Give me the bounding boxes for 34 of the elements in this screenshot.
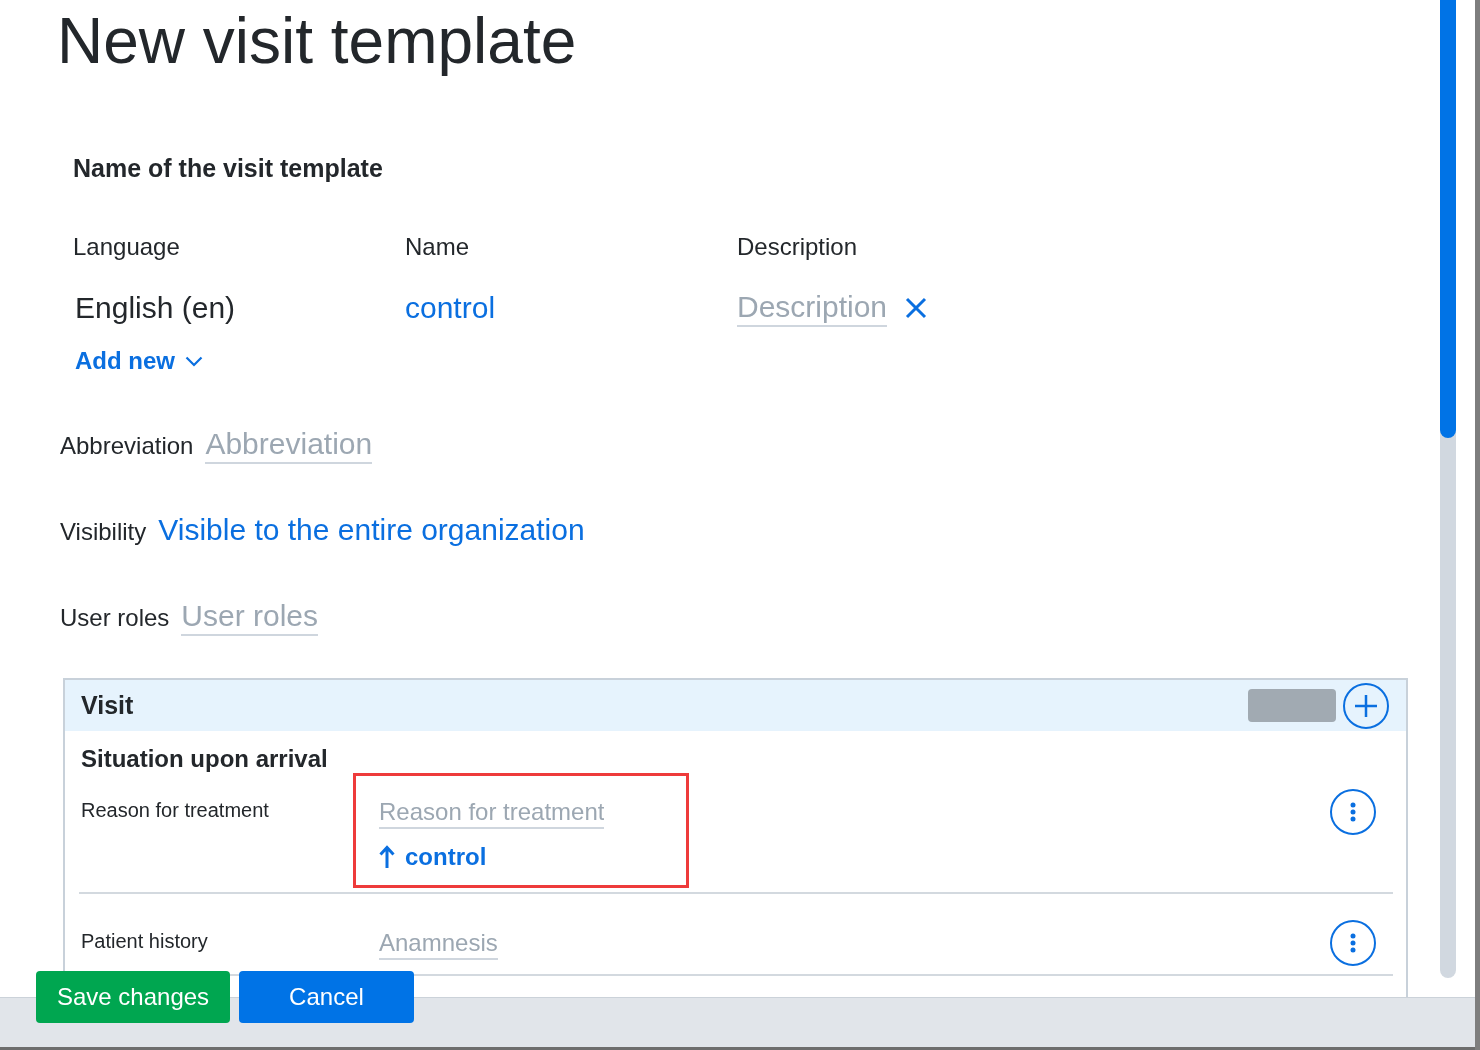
- field-label: Visibility: [60, 518, 147, 546]
- save-button[interactable]: Save changes: [36, 971, 231, 1023]
- visibility-link[interactable]: Visible to the entire organization: [158, 512, 585, 548]
- row-label: Patient history: [80, 929, 208, 954]
- chevron-down-icon: [185, 355, 203, 367]
- language-cell-text: English (en): [74, 290, 236, 326]
- name-value[interactable]: control: [405, 290, 496, 326]
- text-field[interactable]: Reason for treatment: [379, 797, 605, 829]
- row-label: Reason for treatment: [80, 798, 269, 823]
- more-options-button[interactable]: [1330, 920, 1376, 966]
- vertical-dots-icon: [1350, 802, 1356, 822]
- linked-value-link[interactable]: control: [379, 841, 487, 873]
- description-field[interactable]: Description: [737, 289, 888, 327]
- page-title: New visit template: [57, 4, 577, 79]
- column-header: Language: [73, 232, 180, 262]
- more-options-button[interactable]: [1330, 789, 1376, 835]
- panel-title: Visit: [81, 691, 134, 720]
- text-field[interactable]: Abbreviation: [205, 426, 373, 464]
- up-arrow-icon: [379, 845, 395, 869]
- field-label: Abbreviation: [60, 432, 194, 460]
- column-header: Description: [737, 232, 858, 262]
- text-field[interactable]: Anamnesis: [379, 928, 498, 960]
- vertical-dots-icon: [1350, 933, 1356, 953]
- add-button[interactable]: [1343, 682, 1389, 729]
- close-icon[interactable]: [905, 297, 928, 319]
- plus-icon: [1354, 693, 1378, 718]
- column-header: Name: [405, 232, 470, 262]
- section-heading: Name of the visit template: [73, 153, 383, 183]
- scrollbar-thumb[interactable]: [1440, 0, 1456, 438]
- add-new-button[interactable]: Add new: [75, 346, 203, 376]
- group-title: Situation upon arrival: [80, 744, 328, 774]
- cancel-button[interactable]: Cancel: [239, 971, 414, 1023]
- field-label: User roles: [60, 604, 170, 632]
- text-field[interactable]: User roles: [181, 598, 319, 636]
